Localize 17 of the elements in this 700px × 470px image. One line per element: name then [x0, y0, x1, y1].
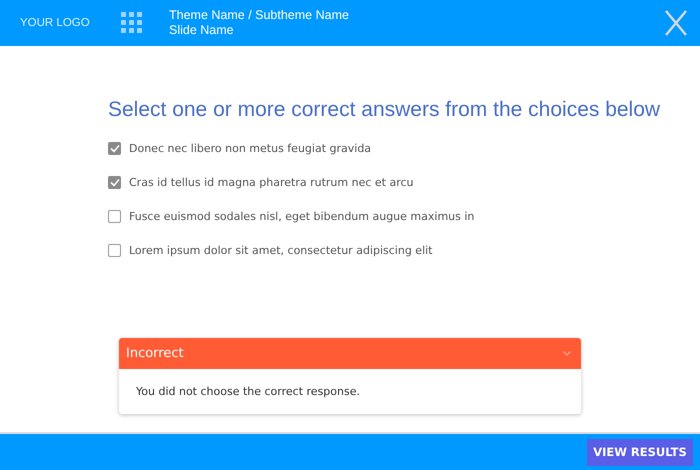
feedback-title: Incorrect — [126, 346, 184, 361]
choice-label[interactable]: Donec nec libero non metus feugiat gravida — [129, 142, 372, 155]
choice-label[interactable]: Cras id tellus id magna pharetra rutrum nec et arcu — [129, 176, 414, 189]
view-results-button[interactable]: VIEW RESULTS — [587, 438, 693, 466]
logo-text: YOUR LOGO — [20, 17, 91, 29]
choice-label[interactable]: Lorem ipsum dolor sit amet, consectetur adipiscing elit — [129, 244, 432, 257]
checkbox[interactable] — [108, 142, 121, 155]
slide-name: Slide Name — [169, 23, 235, 38]
choice-label[interactable]: Fusce euismod sodales nisl, eget bibendum augue maximus in — [129, 210, 474, 223]
checkbox[interactable] — [108, 244, 121, 257]
breadcrumb: Theme Name / Subtheme Name — [169, 8, 350, 23]
checkbox[interactable] — [108, 210, 121, 223]
feedback-message: You did not choose the correct response. — [136, 385, 360, 398]
question-title: Select one or more correct answers from the choices below — [108, 98, 662, 122]
menu-icon[interactable] — [121, 12, 143, 34]
checkbox[interactable] — [108, 176, 121, 189]
close-icon[interactable] — [664, 10, 688, 36]
